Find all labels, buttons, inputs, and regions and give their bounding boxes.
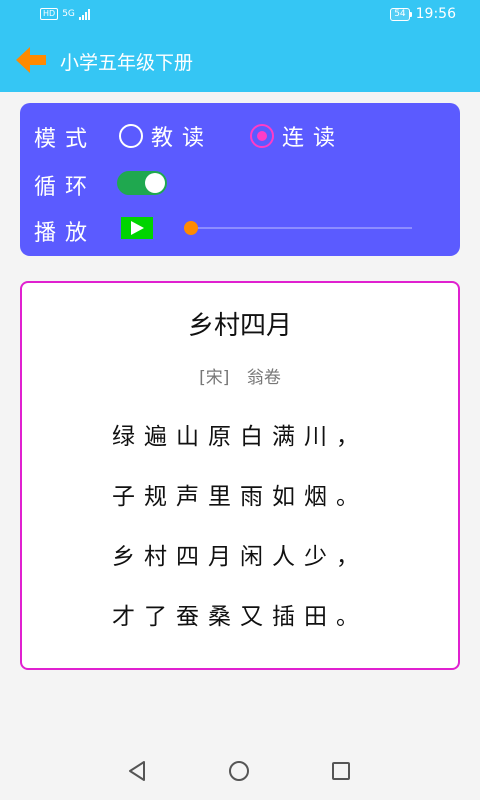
hd-badge: HD: [40, 8, 59, 20]
loop-toggle[interactable]: [117, 171, 167, 195]
network-status: HD 5G: [40, 8, 90, 20]
poem-line: 子规声里雨如烟。: [112, 484, 368, 510]
toggle-knob: [145, 173, 165, 193]
poem-line: 绿遍山原白满川，: [112, 424, 368, 450]
battery-level: 54: [394, 8, 406, 19]
system-nav-bar: [0, 740, 480, 800]
page-title: 小学五年级下册: [60, 52, 194, 74]
poem-line: 才了蚕桑又插田。: [112, 604, 368, 630]
status-bar: HD 5G 54 19:56: [0, 0, 480, 30]
mode-option-continuous[interactable]: 连读: [250, 120, 344, 152]
poem-line: 乡村四月闲人少，: [112, 544, 368, 570]
control-panel: 模式 教读 连读 循环 播放: [20, 103, 460, 256]
radio-checked-icon: [250, 124, 274, 148]
home-circle-icon[interactable]: [228, 760, 250, 782]
signal-icon: [78, 8, 90, 20]
poem-author: 翁卷: [246, 368, 281, 388]
mode-label: 模式: [34, 127, 97, 152]
network-type: 5G: [62, 9, 75, 19]
poem-dynasty: [宋]: [199, 368, 230, 388]
radio-unchecked-icon: [119, 124, 143, 148]
poem-byline: [宋] 翁卷: [22, 363, 458, 388]
loop-label: 循环: [34, 175, 97, 200]
slider-thumb[interactable]: [184, 221, 198, 235]
arrow-left-icon: [16, 47, 46, 73]
back-button[interactable]: [14, 44, 48, 76]
status-right: 54 19:56: [390, 6, 456, 22]
recent-square-icon[interactable]: [331, 761, 351, 781]
battery-icon: 54: [390, 7, 413, 21]
mode-option-continuous-label: 连读: [282, 126, 345, 151]
mode-option-teach[interactable]: 教读: [119, 120, 213, 152]
poem-card: 乡村四月 [宋] 翁卷 绿遍山原白满川， 子规声里雨如烟。 乡村四月闲人少， 才…: [20, 281, 460, 670]
play-label: 播放: [34, 221, 97, 246]
clock: 19:56: [415, 6, 456, 22]
progress-slider[interactable]: [184, 221, 412, 235]
poem-title: 乡村四月: [187, 311, 292, 341]
play-button[interactable]: [121, 217, 153, 239]
mode-option-teach-label: 教读: [151, 126, 214, 151]
app-bar: 小学五年级下册: [0, 30, 480, 92]
back-triangle-icon[interactable]: [126, 760, 148, 782]
